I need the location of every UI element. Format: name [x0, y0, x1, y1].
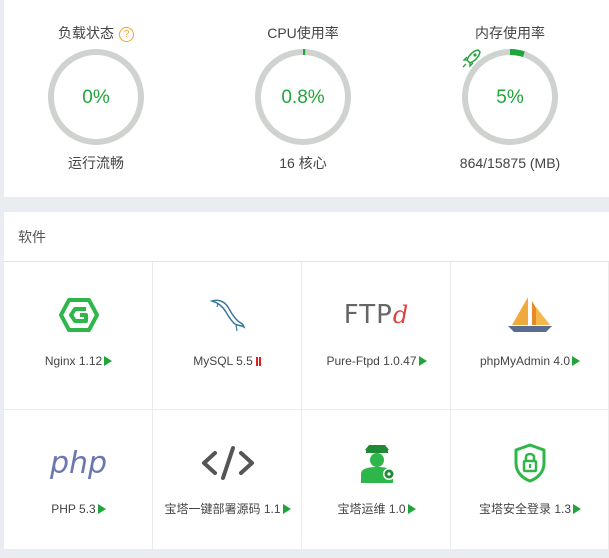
load-gauge-value: 0%: [82, 87, 110, 108]
software-name: 宝塔安全登录 1.3: [478, 502, 572, 516]
software-panel: 软件 Nginx 1.12 MySQL 5.5 FTPd Pure-Ftpd 1…: [4, 212, 609, 558]
software-label: PHP 5.3: [4, 501, 153, 517]
software-label: Nginx 1.12: [4, 353, 153, 369]
software-name: Pure-Ftpd 1.0.47: [326, 354, 417, 368]
ops-person-icon: [360, 445, 395, 483]
software-item-pure-ftpd[interactable]: FTPd Pure-Ftpd 1.0.47: [302, 262, 451, 410]
software-label: 宝塔运维 1.0: [302, 501, 451, 517]
software-item-phpmyadmin[interactable]: phpMyAdmin 4.0: [451, 262, 609, 410]
play-icon[interactable]: [97, 504, 106, 514]
software-panel-title: 软件: [4, 212, 609, 262]
play-icon[interactable]: [282, 504, 291, 514]
load-gauge-title: 负载状态?: [16, 24, 176, 42]
software-name: 宝塔一键部署源码 1.1: [164, 502, 281, 516]
software-item-mysql[interactable]: MySQL 5.5: [153, 262, 302, 410]
cpu-gauge-value: 0.8%: [281, 87, 325, 108]
mysql-dolphin-icon: [208, 299, 245, 332]
play-icon[interactable]: [104, 356, 113, 366]
ftp-icon: FTPd: [344, 300, 409, 330]
software-name: MySQL 5.5: [193, 354, 253, 368]
cpu-core-count: 16 核心: [279, 155, 327, 171]
memory-gauge-title: 内存使用率: [475, 25, 545, 41]
software-label: 宝塔安全登录 1.3: [451, 501, 609, 517]
software-name: Nginx 1.12: [44, 354, 103, 368]
play-icon[interactable]: [407, 504, 416, 514]
secure-lock-icon: [514, 443, 546, 483]
nginx-icon: [58, 298, 99, 332]
software-label: 宝塔一键部署源码 1.1: [153, 501, 302, 517]
play-icon[interactable]: [572, 356, 581, 366]
software-item-deploy[interactable]: 宝塔一键部署源码 1.1: [153, 410, 302, 558]
software-label: phpMyAdmin 4.0: [451, 353, 609, 369]
ftp-logo-d: d: [392, 301, 410, 329]
software-label: Pure-Ftpd 1.0.47: [302, 353, 451, 369]
help-icon[interactable]: ?: [119, 27, 134, 42]
software-item-nginx[interactable]: Nginx 1.12: [4, 262, 153, 410]
load-title-label: 负载状态: [58, 25, 114, 41]
cpu-gauge-title: CPU使用率: [267, 25, 339, 41]
phpmyadmin-sailboat-icon: [508, 297, 552, 332]
pause-icon[interactable]: [255, 354, 262, 370]
play-icon[interactable]: [573, 504, 582, 514]
software-name: 宝塔运维 1.0: [337, 502, 406, 516]
rocket-icon[interactable]: [460, 47, 484, 69]
code-icon: [201, 446, 254, 480]
play-icon[interactable]: [418, 356, 427, 366]
memory-gauge-value: 5%: [496, 87, 524, 108]
ftp-logo-text: FTP: [343, 300, 393, 330]
software-item-php[interactable]: php PHP 5.3: [4, 410, 153, 558]
software-item-ops[interactable]: 宝塔运维 1.0: [302, 410, 451, 558]
software-name: phpMyAdmin 4.0: [479, 354, 571, 368]
php-icon: php: [49, 445, 108, 481]
memory-usage-text: 864/15875 (MB): [459, 155, 561, 171]
software-name: PHP 5.3: [51, 502, 96, 516]
software-item-secure-login[interactable]: 宝塔安全登录 1.3: [451, 410, 609, 558]
load-gauge-status: 运行流畅: [68, 155, 124, 171]
software-label: MySQL 5.5: [153, 353, 302, 370]
status-panel: 负载状态? 0% 运行流畅 CPU使用率 0.8% 16 核心 内存使用率 5%: [4, 0, 609, 197]
